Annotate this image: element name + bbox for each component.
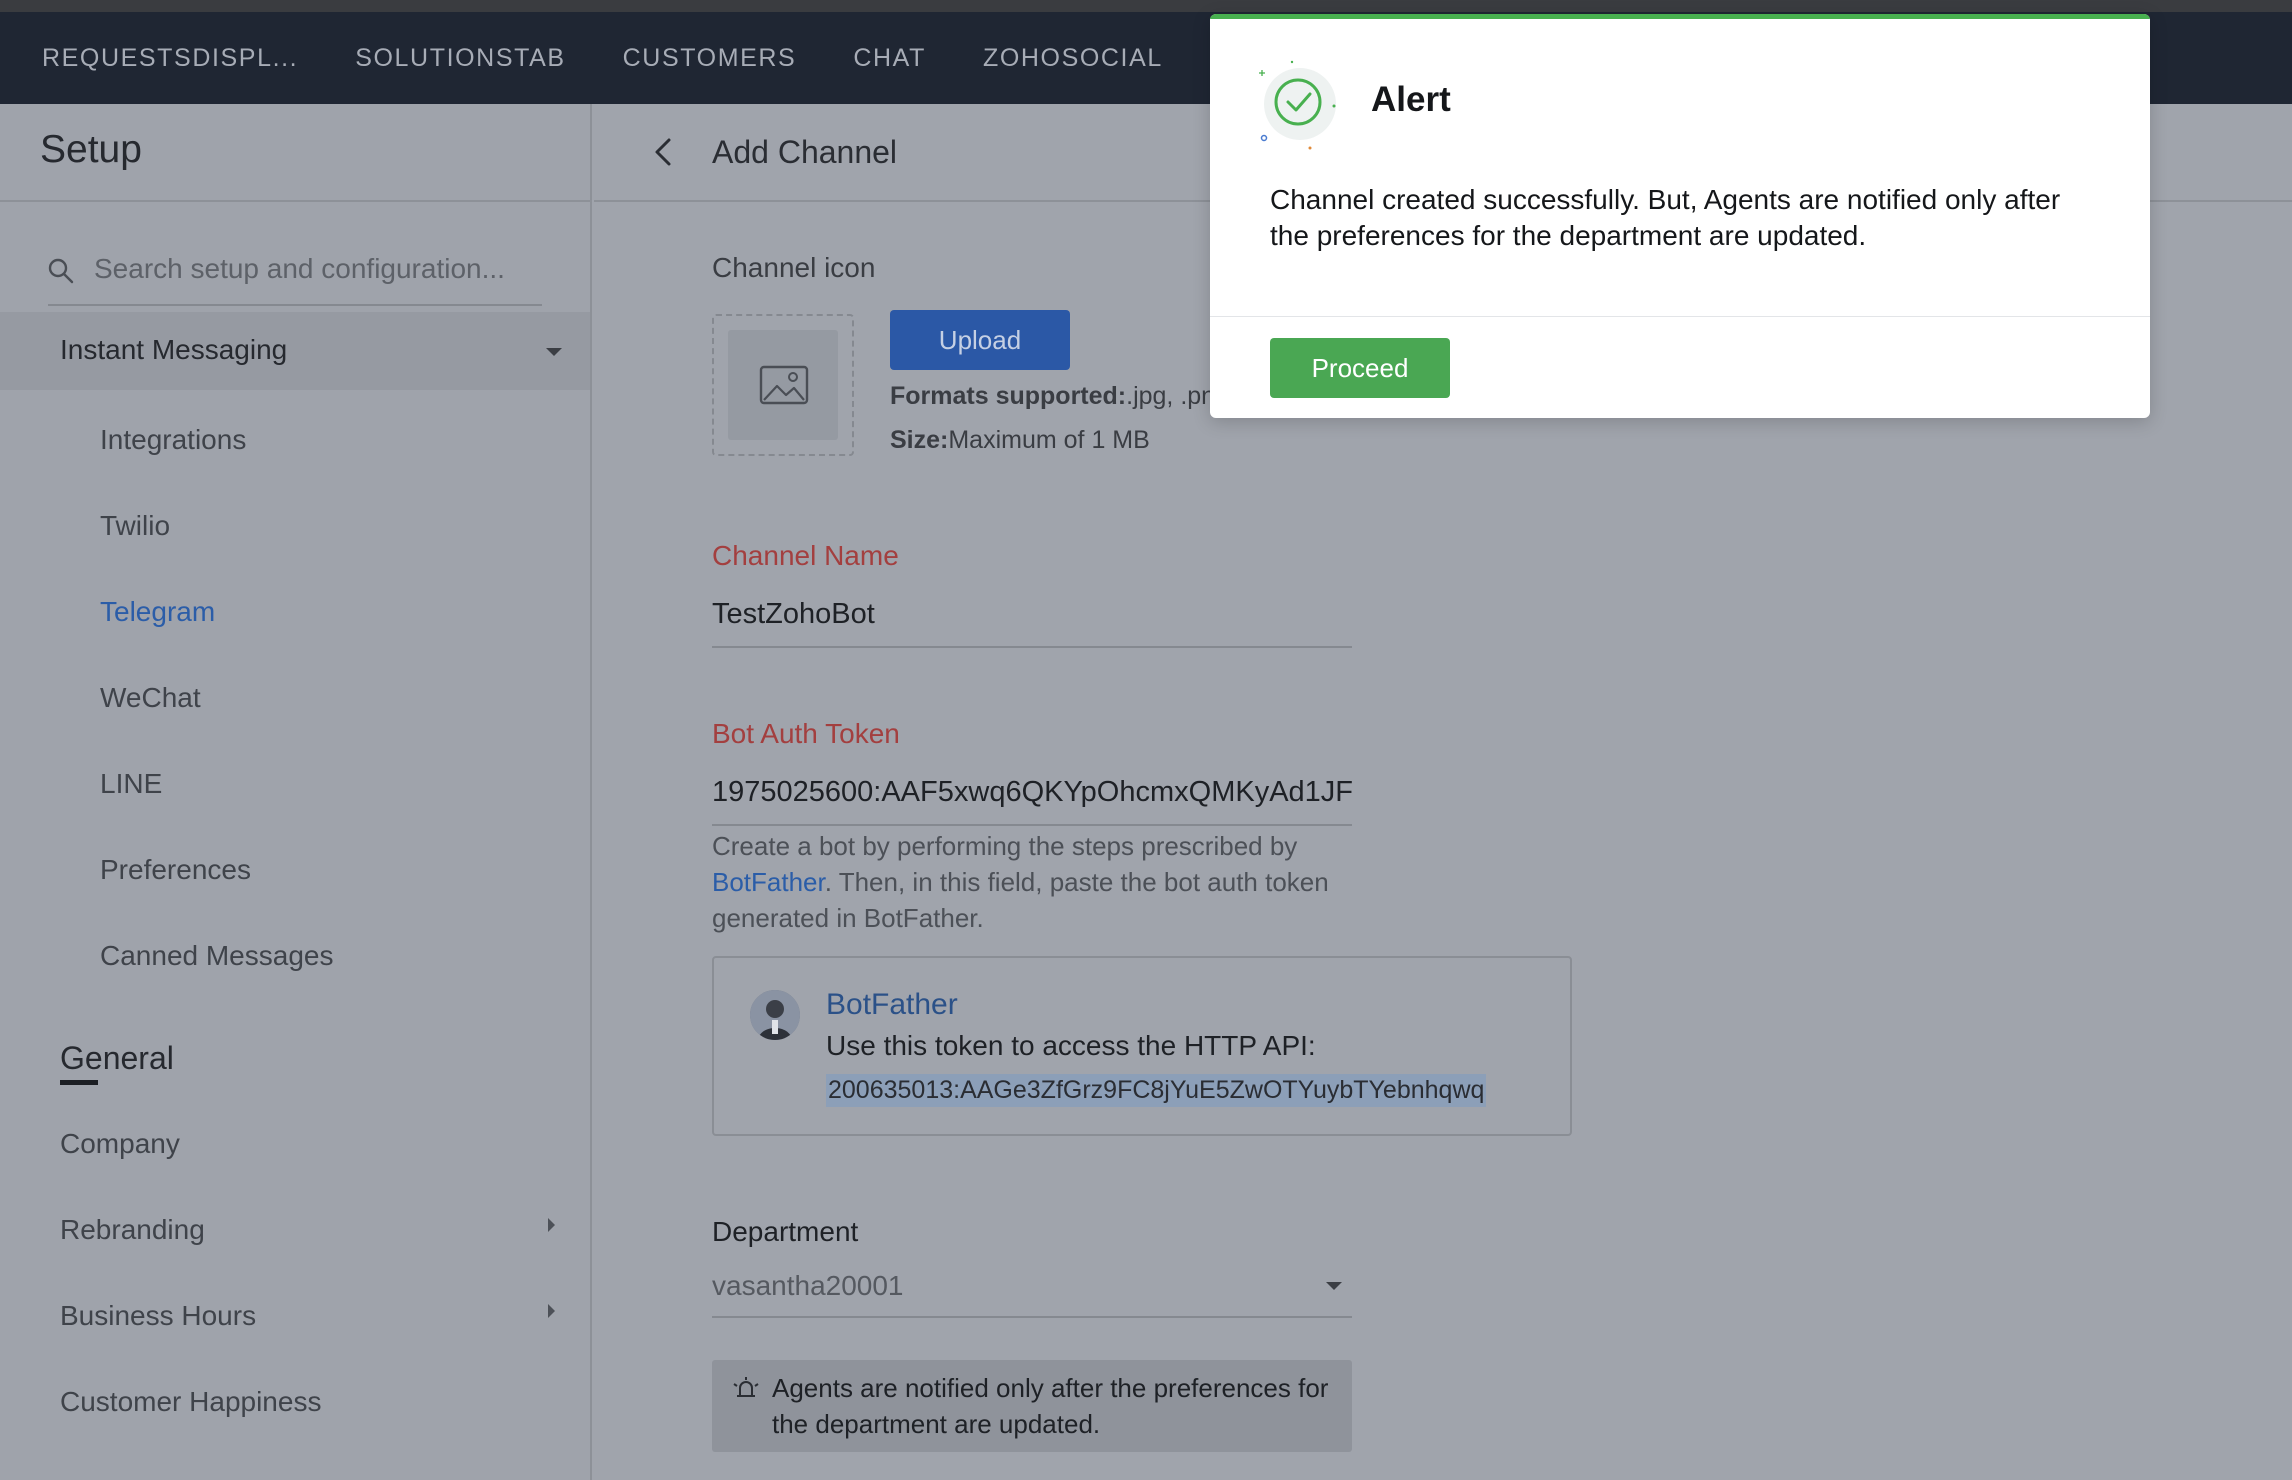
page-title: Add Channel bbox=[712, 134, 898, 170]
alert-title: Alert bbox=[1371, 80, 1451, 119]
department-select[interactable]: vasantha20001 bbox=[712, 1262, 1352, 1318]
alert-message: Channel created successfully. But, Agent… bbox=[1270, 184, 2061, 251]
botfather-token[interactable]: 200635013:AAGe3ZfGrz9FC8jYuE5ZwOTYuybTYe… bbox=[826, 1074, 1487, 1107]
sidebar-item-company[interactable]: Company bbox=[60, 1128, 180, 1160]
formats-label: Formats supported: bbox=[890, 382, 1127, 410]
sidebar-item-business-hours[interactable]: Business Hours bbox=[60, 1300, 256, 1332]
sidebar-item-telegram[interactable]: Telegram bbox=[100, 596, 215, 628]
sidebar-title: Setup bbox=[40, 128, 142, 171]
bot-auth-token-input[interactable] bbox=[712, 770, 1352, 814]
section-title-general: General bbox=[60, 1040, 174, 1076]
chevron-down-icon bbox=[1326, 1282, 1342, 1290]
formats-info: Formats supported:.jpg, .pn bbox=[890, 382, 1215, 411]
chevron-right-icon bbox=[548, 1304, 555, 1318]
sidebar-item-wechat[interactable]: WeChat bbox=[100, 682, 201, 714]
channel-icon-dropzone[interactable] bbox=[712, 314, 854, 456]
department-note: Agents are notified only after the prefe… bbox=[712, 1360, 1352, 1452]
channel-name-field bbox=[712, 592, 1352, 648]
department-label: Department bbox=[712, 1216, 859, 1247]
sidebar-item-integrations[interactable]: Integrations bbox=[100, 424, 246, 456]
proceed-button[interactable]: Proceed bbox=[1270, 338, 1450, 398]
bot-token-help: Create a bot by performing the steps pre… bbox=[712, 828, 1372, 936]
sidebar-divider bbox=[0, 200, 590, 202]
module-tabs: REQUESTSDISPL... SOLUTIONSTAB CUSTOMERS … bbox=[42, 12, 1349, 104]
chevron-right-icon bbox=[548, 1218, 555, 1232]
channel-icon-label: Channel icon bbox=[712, 252, 876, 283]
formats-value: .jpg, .pn bbox=[1126, 382, 1216, 410]
channel-name-input[interactable] bbox=[712, 592, 1352, 636]
search-input[interactable] bbox=[94, 252, 534, 286]
alert-accent-line bbox=[1210, 14, 2150, 19]
botfather-name: BotFather bbox=[826, 988, 958, 1021]
sidebar-section-instant-messaging[interactable]: Instant Messaging bbox=[0, 312, 590, 390]
help-text-before: Create a bot by performing the steps pre… bbox=[712, 831, 1298, 861]
sidebar-item-preferences[interactable]: Preferences bbox=[100, 854, 251, 886]
channel-name-label: Channel Name bbox=[712, 540, 899, 571]
tab-requests[interactable]: REQUESTSDISPL... bbox=[42, 44, 298, 73]
search-icon bbox=[48, 258, 74, 284]
tab-zohosocial[interactable]: ZOHOSOCIAL bbox=[983, 44, 1163, 73]
size-label: Size: bbox=[890, 426, 949, 454]
avatar bbox=[750, 990, 800, 1040]
tab-solutions[interactable]: SOLUTIONSTAB bbox=[355, 44, 565, 73]
sidebar-item-twilio[interactable]: Twilio bbox=[100, 510, 170, 542]
image-icon bbox=[759, 365, 809, 405]
sidebar-item-line[interactable]: LINE bbox=[100, 768, 162, 800]
size-value: Maximum of 1 MB bbox=[948, 426, 1150, 454]
botfather-avatar-icon bbox=[750, 990, 800, 1040]
bot-auth-token-label: Bot Auth Token bbox=[712, 718, 900, 749]
size-info: Size:Maximum of 1 MB bbox=[890, 426, 1150, 455]
sidebar-item-customer-happiness[interactable]: Customer Happiness bbox=[60, 1386, 321, 1418]
bot-auth-token-field bbox=[712, 770, 1352, 826]
bell-alert-icon bbox=[733, 1377, 759, 1397]
tab-chat[interactable]: CHAT bbox=[853, 44, 926, 73]
success-check-icon bbox=[1259, 60, 1336, 150]
department-value: vasantha20001 bbox=[712, 1270, 904, 1301]
botfather-example-card: BotFather Use this token to access the H… bbox=[712, 956, 1572, 1136]
back-arrow-icon[interactable] bbox=[644, 132, 684, 172]
sidebar-item-canned-messages[interactable]: Canned Messages bbox=[100, 940, 333, 972]
sidebar-item-rebranding[interactable]: Rebranding bbox=[60, 1214, 205, 1246]
botfather-link[interactable]: BotFather bbox=[712, 867, 825, 897]
browser-strip bbox=[0, 0, 2292, 12]
chevron-down-icon bbox=[546, 348, 562, 356]
alert-divider bbox=[1210, 316, 2150, 317]
setup-sidebar: Setup Instant Messaging Integrations Twi… bbox=[0, 104, 592, 1480]
section-label: Instant Messaging bbox=[60, 334, 288, 365]
section-underline bbox=[60, 1080, 98, 1085]
tab-customers[interactable]: CUSTOMERS bbox=[623, 44, 797, 73]
botfather-message: Use this token to access the HTTP API: bbox=[826, 1030, 1316, 1061]
channel-icon-placeholder bbox=[728, 330, 838, 440]
alert-dialog: Alert Channel created successfully. But,… bbox=[1210, 14, 2150, 418]
sidebar-search bbox=[48, 230, 542, 306]
note-text: Agents are notified only after the prefe… bbox=[772, 1373, 1329, 1439]
upload-button[interactable]: Upload bbox=[890, 310, 1070, 370]
